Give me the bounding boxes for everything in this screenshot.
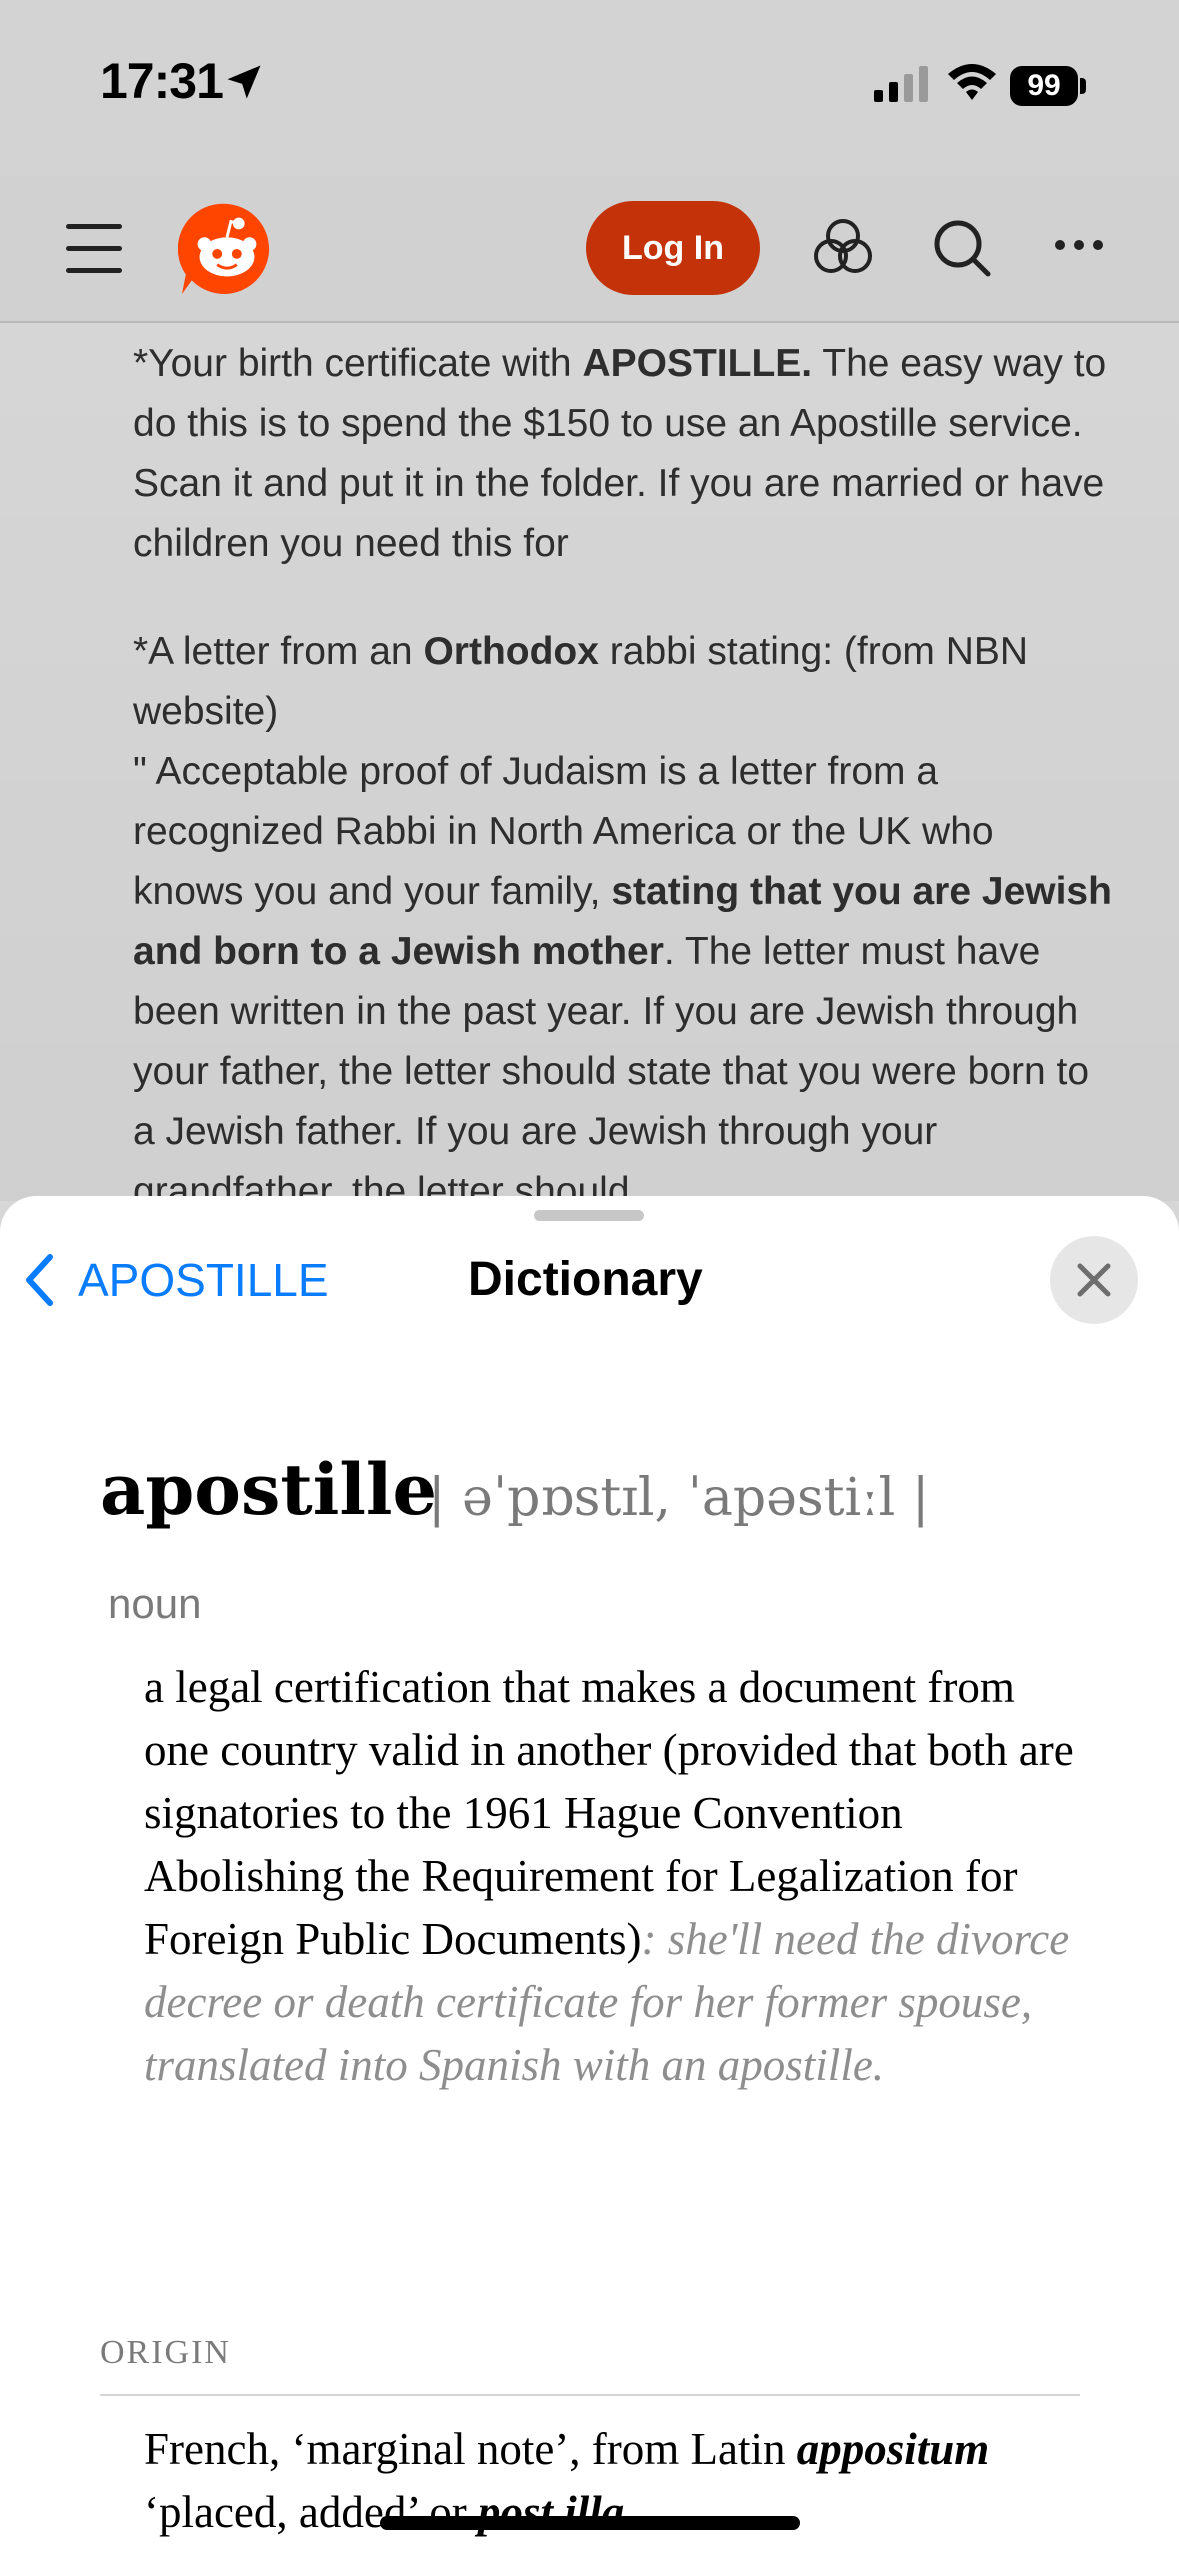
definition: a legal certification that makes a docum… bbox=[144, 1656, 1084, 2097]
hamburger-icon[interactable] bbox=[66, 224, 122, 274]
close-button[interactable] bbox=[1050, 1236, 1138, 1324]
status-time: 17:31 bbox=[100, 53, 224, 109]
post-paragraph: *Your birth certificate with APOSTILLE. … bbox=[133, 342, 1107, 565]
post-paragraph: " Acceptable proof of Judaism is a lette… bbox=[133, 750, 1112, 1213]
location-arrow-icon bbox=[227, 65, 261, 99]
more-icon[interactable] bbox=[1054, 238, 1104, 252]
battery-indicator: 99 bbox=[1010, 66, 1078, 106]
pronunciation: | əˈpɒstɪl, ˈapəstiːl | bbox=[428, 1468, 930, 1528]
wifi-icon bbox=[948, 64, 996, 100]
sheet-title: Dictionary bbox=[468, 1253, 703, 1306]
login-button[interactable]: Log In bbox=[586, 201, 760, 295]
sheet-grabber[interactable] bbox=[534, 1210, 644, 1221]
post-body: *Your birth certificate with APOSTILLE. … bbox=[133, 334, 1113, 1222]
post-paragraph: *A letter from an Orthodox rabbi stating… bbox=[133, 630, 1029, 733]
battery-tip bbox=[1080, 78, 1086, 94]
advertise-icon[interactable] bbox=[812, 216, 874, 276]
home-indicator bbox=[380, 2516, 800, 2530]
back-label: APOSTILLE bbox=[78, 1254, 329, 1306]
signal-icon bbox=[874, 66, 928, 102]
chevron-left-icon bbox=[26, 1254, 53, 1306]
close-icon bbox=[1077, 1263, 1111, 1297]
status-bar: 17:31 99 bbox=[0, 0, 1179, 176]
origin-label: ORIGIN bbox=[100, 2334, 231, 2371]
back-button[interactable]: APOSTILLE bbox=[24, 1248, 329, 1312]
reddit-logo[interactable] bbox=[178, 200, 276, 298]
app-header: Log In bbox=[0, 176, 1179, 323]
search-icon[interactable] bbox=[932, 218, 992, 278]
part-of-speech: noun bbox=[108, 1580, 202, 1627]
dictionary-sheet: APOSTILLE Dictionary apostille | əˈpɒstɪ… bbox=[0, 1196, 1179, 2556]
headword: apostille bbox=[100, 1448, 438, 1531]
origin-divider bbox=[100, 2394, 1080, 2396]
